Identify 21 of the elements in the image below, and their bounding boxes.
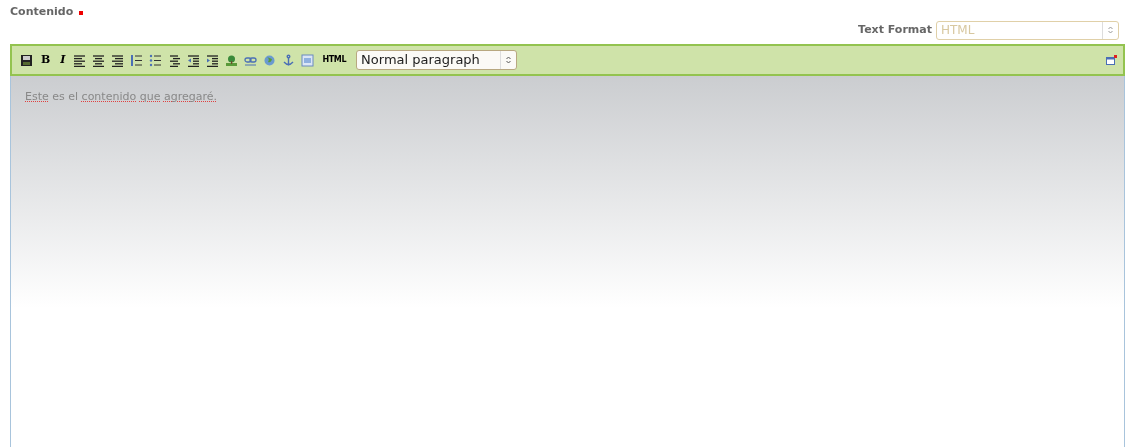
paragraph-format-select[interactable]: Normal paragraph (356, 50, 518, 70)
align-center-icon[interactable] (92, 53, 106, 67)
numbered-list-icon[interactable] (130, 53, 144, 67)
up-down-arrows-icon (1108, 26, 1113, 34)
anchor-icon[interactable] (282, 53, 296, 67)
outdent-icon[interactable] (187, 53, 201, 67)
indent-icon[interactable] (206, 53, 220, 67)
image-icon[interactable] (225, 53, 239, 67)
up-down-arrows-icon (506, 56, 512, 64)
bullet-list-icon[interactable] (149, 53, 163, 67)
maximize-icon[interactable] (1106, 55, 1117, 65)
save-icon[interactable] (20, 53, 33, 67)
text-format-label: Text Format (858, 21, 932, 38)
align-right-icon[interactable] (111, 53, 125, 67)
bold-button[interactable]: B (39, 51, 53, 69)
indent-list-icon[interactable] (168, 53, 182, 67)
html-source-button[interactable]: HTML (320, 54, 349, 66)
content-paragraph: Este es el contenido que agregaré. (25, 89, 218, 105)
italic-button[interactable]: I (58, 51, 68, 69)
align-left-icon[interactable] (73, 53, 87, 67)
field-label: Contenido (10, 4, 74, 21)
